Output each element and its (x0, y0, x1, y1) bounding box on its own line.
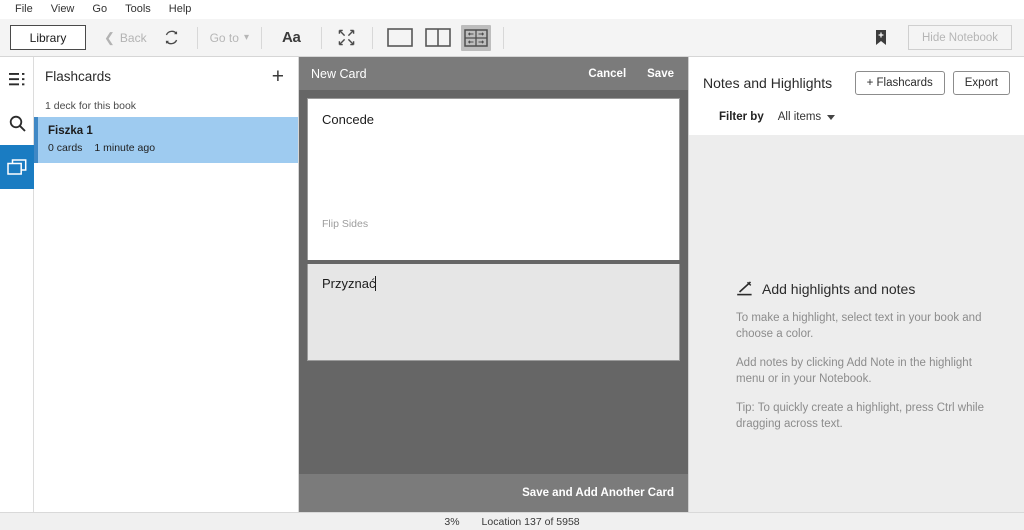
status-bar: 3% Location 137 of 5958 (0, 512, 1024, 530)
toolbar: Library ❮ Back Go to ▾ Aa Hide Notebook (0, 19, 1024, 57)
view-single-column-button[interactable] (385, 25, 415, 51)
filter-label: Filter by (719, 111, 764, 123)
add-deck-button[interactable]: + (272, 66, 284, 87)
card-front-panel: Concede Flip Sides (307, 98, 680, 260)
flashcards-header: Flashcards + (34, 57, 298, 95)
sidebar-item-search[interactable] (0, 101, 34, 145)
font-settings-button[interactable]: Aa (270, 29, 313, 46)
fullscreen-button[interactable] (330, 21, 364, 55)
goto-dropdown[interactable]: Go to ▾ (206, 31, 253, 45)
empty-state-paragraph-2: Add notes by clicking Add Note in the hi… (736, 357, 972, 385)
continuous-grid-view-icon (463, 28, 488, 47)
back-button[interactable]: ❮ Back (104, 31, 147, 45)
hide-notebook-button[interactable]: Hide Notebook (908, 25, 1012, 50)
deck-card-count: 0 cards (48, 142, 83, 154)
new-card-footer: Save and Add Another Card (299, 474, 688, 512)
empty-state-title: Add highlights and notes (762, 280, 916, 297)
filter-value: All items (777, 111, 822, 123)
empty-state-paragraph-1: To make a highlight, select text in your… (736, 312, 982, 340)
empty-state-paragraph-3: Tip: To quickly create a highlight, pres… (736, 402, 984, 430)
card-back-input[interactable]: Przyznać (322, 276, 377, 291)
filter-bar: Filter by All items (703, 111, 1010, 123)
save-button[interactable]: Save (647, 68, 674, 80)
toolbar-divider-2 (260, 26, 262, 49)
card-back-panel: Przyznać (307, 264, 680, 361)
toolbar-divider-5 (502, 26, 504, 49)
view-two-column-button[interactable] (423, 25, 453, 51)
new-card-overlay: New Card Cancel Save Concede Flip Sides … (299, 57, 688, 512)
notebook-header: Notes and Highlights + Flashcards Export… (689, 57, 1024, 135)
fullscreen-icon (338, 29, 355, 46)
bookmark-icon (876, 30, 886, 45)
refresh-icon (165, 30, 178, 45)
add-flashcards-button[interactable]: + Flashcards (854, 71, 945, 95)
flashcards-subtitle: 1 deck for this book (45, 100, 137, 112)
app-window: File View Go Tools Help Library ❮ Back G… (0, 0, 1024, 530)
flashcards-icon (7, 158, 27, 175)
flip-sides-button[interactable]: Flip Sides (308, 217, 679, 231)
library-button-label: Library (29, 30, 67, 45)
bookmark-button[interactable] (864, 21, 898, 55)
chevron-down-icon (827, 114, 836, 120)
back-button-label: Back (119, 30, 147, 45)
list-item[interactable]: Fiszka 1 0 cards 1 minute ago (34, 117, 298, 163)
single-column-view-icon (386, 28, 413, 47)
notebook-header-row: Notes and Highlights + Flashcards Export (703, 71, 1010, 95)
menu-item-file[interactable]: File (6, 1, 42, 18)
cancel-button[interactable]: Cancel (588, 68, 626, 80)
goto-label: Go to (209, 30, 239, 45)
menu-item-view[interactable]: View (42, 1, 84, 18)
pencil-icon (737, 281, 752, 296)
toolbar-divider-1 (196, 26, 198, 49)
toolbar-divider-4 (371, 26, 373, 49)
deck-meta: 0 cards 1 minute ago (48, 140, 287, 156)
notebook-header-buttons: + Flashcards Export (854, 71, 1010, 95)
deck-name: Fiszka 1 (48, 125, 93, 137)
export-button[interactable]: Export (952, 71, 1010, 95)
menu-bar: File View Go Tools Help (0, 0, 1024, 19)
new-card-actions: Cancel Save (588, 68, 674, 80)
list-icon (8, 72, 24, 85)
chevron-left-icon: ❮ (104, 30, 115, 45)
new-card-title: New Card (311, 66, 367, 81)
new-card-header: New Card Cancel Save (299, 57, 688, 90)
deck-updated: 1 minute ago (94, 142, 156, 154)
chevron-down-icon: ▾ (243, 32, 249, 43)
notebook-panel: Notes and Highlights + Flashcards Export… (688, 57, 1024, 512)
card-back-text: Przyznać (322, 276, 376, 291)
menu-item-help[interactable]: Help (160, 1, 201, 18)
empty-state-heading: Add highlights and notes (736, 280, 990, 297)
reading-progress-percent: 3% (444, 515, 460, 528)
menu-item-tools[interactable]: Tools (116, 1, 160, 18)
card-front-input[interactable]: Concede (308, 99, 679, 217)
view-continuous-button[interactable] (460, 24, 491, 51)
page-title: Notes and Highlights (703, 75, 833, 91)
save-and-add-another-button[interactable]: Save and Add Another Card (522, 487, 674, 499)
search-icon (9, 115, 26, 132)
sidebar-item-contents[interactable] (0, 57, 34, 101)
flashcards-title: Flashcards (45, 68, 112, 84)
reader-area: New Card Cancel Save Concede Flip Sides … (299, 57, 688, 512)
filter-dropdown[interactable]: All items (777, 111, 836, 123)
text-caret (375, 276, 377, 291)
sidebar-item-flashcards[interactable] (0, 145, 34, 189)
menu-item-go[interactable]: Go (83, 1, 116, 18)
library-button[interactable]: Library (10, 25, 86, 50)
two-column-view-icon (424, 28, 451, 47)
sidebar-rail (0, 57, 34, 512)
notebook-empty-state: Add highlights and notes To make a highl… (689, 135, 1024, 432)
hide-notebook-label: Hide Notebook (921, 31, 999, 44)
toolbar-divider-3 (320, 26, 322, 49)
reading-location: Location 137 of 5958 (481, 515, 580, 528)
sync-button[interactable] (155, 21, 189, 55)
flashcards-panel: Flashcards + 1 deck for this book Fiszka… (34, 57, 299, 512)
